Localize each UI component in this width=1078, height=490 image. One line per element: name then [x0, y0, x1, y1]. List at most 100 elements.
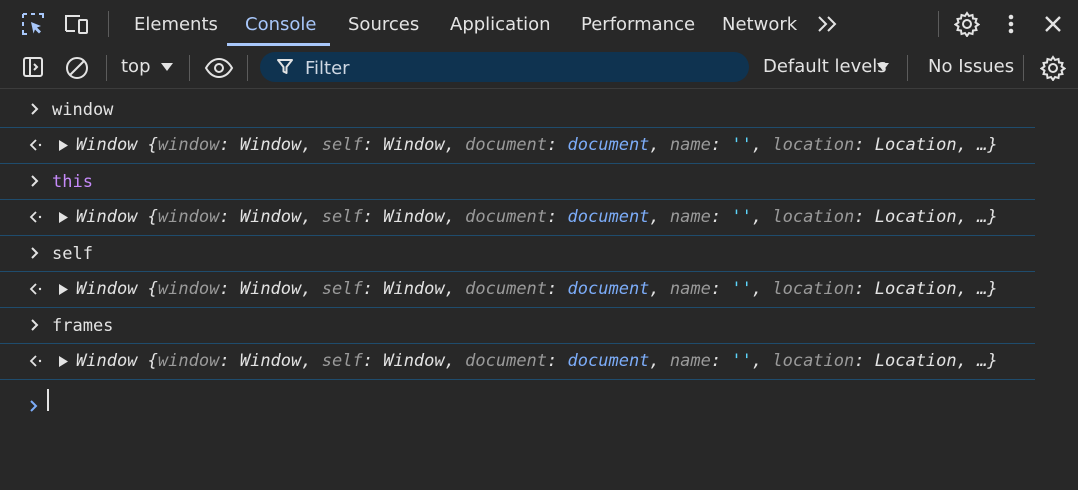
colon: :: [710, 279, 722, 299]
property-value: Location: [874, 279, 957, 299]
object-preview[interactable]: Window {window: Window, self: Window, do…: [58, 127, 998, 163]
filter-box[interactable]: [260, 52, 749, 84]
settings-gear-icon[interactable]: [954, 11, 980, 37]
more-tabs-icon[interactable]: [815, 13, 839, 35]
result-arrow-icon: [28, 127, 44, 163]
brace-open: {: [147, 207, 158, 227]
comma: ,: [444, 351, 455, 371]
expand-triangle-icon[interactable]: [58, 211, 69, 224]
active-tab-indicator: [227, 43, 330, 46]
more-options-icon[interactable]: [1000, 11, 1022, 37]
brace-open: {: [147, 351, 158, 371]
property-value: '': [731, 207, 752, 227]
console-input-text: frames: [52, 316, 114, 336]
clear-console-icon[interactable]: [64, 55, 90, 81]
context-selector-label[interactable]: top: [121, 56, 151, 77]
colon: :: [547, 279, 558, 299]
expand-triangle-icon[interactable]: [58, 283, 69, 296]
comma: ,: [649, 135, 660, 155]
levels-dropdown-icon[interactable]: [875, 60, 891, 74]
device-toolbar-icon[interactable]: [64, 11, 90, 37]
tab-performance[interactable]: Performance: [581, 0, 695, 46]
property-value: Window: [383, 351, 445, 371]
console-input-caret[interactable]: [47, 389, 49, 411]
colon: :: [710, 207, 722, 227]
sidebar-toggle-icon[interactable]: [21, 55, 45, 79]
console-input-row: this: [0, 163, 1035, 200]
expand-triangle-icon[interactable]: [58, 139, 69, 152]
property-key: self: [321, 351, 363, 371]
divider: [938, 11, 939, 37]
colon: :: [547, 207, 558, 227]
divider: [108, 11, 109, 37]
console-input-text: self: [52, 244, 93, 264]
colon: :: [854, 207, 865, 227]
object-preview[interactable]: Window {window: Window, self: Window, do…: [58, 199, 998, 235]
tab-application[interactable]: Application: [450, 0, 551, 46]
live-expression-eye-icon[interactable]: [204, 55, 234, 81]
tab-console[interactable]: Console: [245, 0, 316, 46]
console-output: window Window {window: Window, self: Win…: [0, 89, 1078, 490]
tab-network[interactable]: Network: [722, 0, 797, 46]
property-key: location: [772, 351, 855, 371]
context-dropdown-icon[interactable]: [159, 60, 175, 74]
expand-triangle-icon[interactable]: [58, 355, 69, 368]
property-value: Window: [383, 207, 445, 227]
filter-input[interactable]: [303, 52, 737, 84]
comma: ,: [956, 351, 967, 371]
property-key: document: [465, 279, 548, 299]
brace-close: …}: [977, 279, 998, 299]
property-value: Window: [383, 135, 445, 155]
console-input-text: this: [52, 172, 93, 192]
colon: :: [362, 135, 373, 155]
tab-elements[interactable]: Elements: [134, 0, 218, 46]
colon: :: [219, 207, 230, 227]
property-key: name: [669, 207, 711, 227]
colon: :: [362, 351, 373, 371]
input-chevron-icon: [28, 91, 42, 127]
comma: ,: [956, 279, 967, 299]
property-key: document: [465, 207, 548, 227]
console-toolbar: top Default levels No Issues: [0, 47, 1078, 89]
object-type-name: Window: [76, 351, 138, 371]
property-value: Window: [239, 135, 302, 155]
comma: ,: [649, 207, 660, 227]
property-value: '': [731, 279, 752, 299]
console-result-row: Window {window: Window, self: Window, do…: [0, 127, 1035, 164]
comma: ,: [649, 351, 660, 371]
colon: :: [854, 279, 865, 299]
property-value: Window: [239, 279, 302, 299]
property-value: '': [731, 351, 752, 371]
result-arrow-icon: [28, 199, 44, 235]
close-icon[interactable]: [1041, 12, 1065, 36]
console-input-row: window: [0, 91, 1035, 128]
property-key: name: [669, 351, 711, 371]
console-input-text: window: [52, 100, 114, 120]
comma: ,: [956, 135, 967, 155]
comma: ,: [751, 207, 763, 227]
comma: ,: [444, 279, 455, 299]
tab-sources[interactable]: Sources: [348, 0, 419, 46]
comma: ,: [751, 279, 763, 299]
property-key: name: [669, 135, 711, 155]
property-key: window: [157, 207, 220, 227]
result-arrow-icon: [28, 343, 44, 379]
object-preview[interactable]: Window {window: Window, self: Window, do…: [58, 271, 998, 307]
console-settings-gear-icon[interactable]: [1040, 55, 1066, 81]
property-key: self: [321, 279, 363, 299]
object-preview[interactable]: Window {window: Window, self: Window, do…: [58, 343, 998, 379]
property-value: document: [567, 351, 650, 371]
inspect-element-icon[interactable]: [20, 11, 46, 37]
property-value: Location: [874, 351, 957, 371]
property-value: document: [567, 279, 650, 299]
brace-close: …}: [977, 207, 998, 227]
property-key: location: [772, 207, 855, 227]
console-prompt-chevron-icon: [27, 394, 41, 418]
console-result-row: Window {window: Window, self: Window, do…: [0, 343, 1035, 380]
divider: [1023, 55, 1024, 81]
issues-counter[interactable]: No Issues: [928, 56, 1014, 77]
comma: ,: [301, 207, 312, 227]
comma: ,: [444, 135, 455, 155]
divider: [189, 55, 190, 81]
log-levels-label[interactable]: Default levels: [763, 56, 887, 77]
